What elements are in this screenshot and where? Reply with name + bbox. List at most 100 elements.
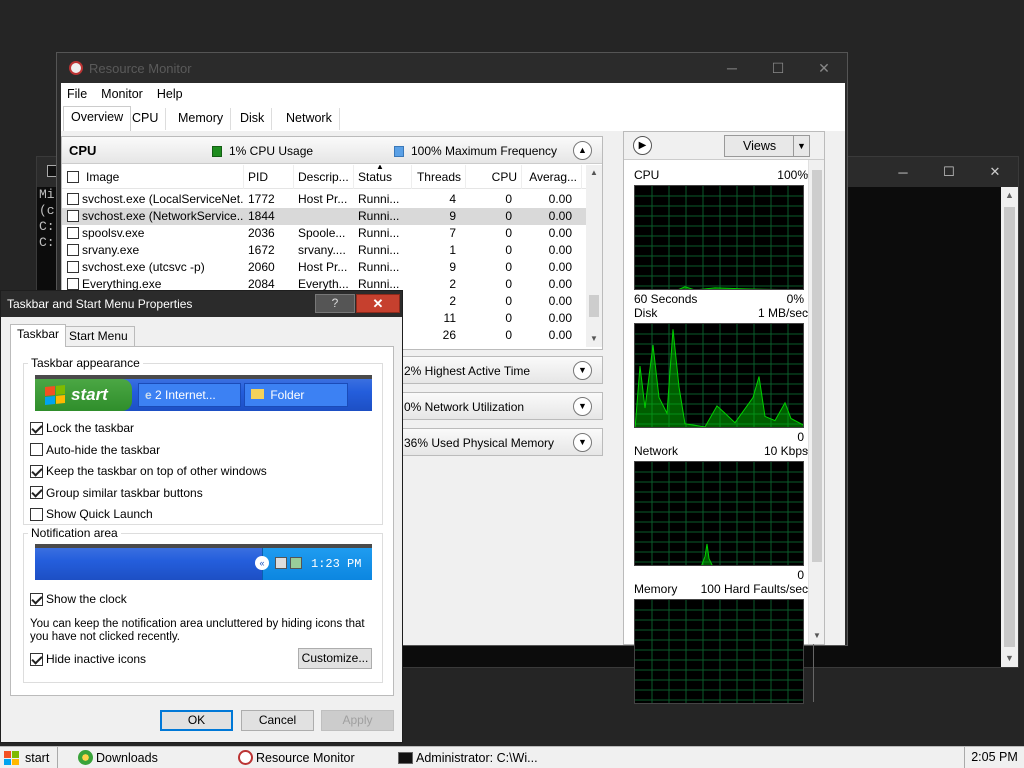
help-button[interactable]: ? [315,294,355,313]
ok-button[interactable]: OK [160,710,233,731]
start-button[interactable]: start [0,747,58,768]
scroll-thumb[interactable] [1004,207,1015,647]
taskbar-item-downloads[interactable]: Downloads [76,747,158,768]
taskbar-item-resource-monitor[interactable]: Resource Monitor [236,747,355,768]
column-average[interactable]: Averag... [522,165,582,189]
select-all-checkbox[interactable] [67,171,79,183]
views-dropdown[interactable]: Views ▼ [724,135,810,157]
cancel-button[interactable]: Cancel [241,710,314,731]
tab-memory[interactable]: Memory [171,108,232,130]
option-checkbox-1[interactable]: Lock the taskbar [30,421,134,435]
expand-icon[interactable]: ▼ [573,397,592,416]
cell-pid: 1844 [248,209,275,223]
close-icon[interactable]: ✕ [801,53,847,83]
column-pid[interactable]: PID [244,165,294,189]
folder-icon [251,389,264,399]
table-row[interactable]: svchost.exe (NetworkService... 1844 Runni.… [62,208,586,225]
option-checkbox-4[interactable]: Group similar taskbar buttons [30,486,203,500]
column-threads[interactable]: Threads [412,165,466,189]
apply-button[interactable]: Apply [321,710,394,731]
show-clock-checkbox[interactable]: Show the clock [30,592,127,606]
graphs-scrollbar[interactable]: ▼ [808,160,824,644]
menu-file[interactable]: File [67,87,87,101]
column-cpu[interactable]: CPU [466,165,522,189]
row-checkbox[interactable] [67,227,79,239]
tab-network[interactable]: Network [279,108,340,130]
cell-status: Runni... [358,243,400,257]
maximize-icon[interactable]: ☐ [755,53,801,83]
menu-monitor[interactable]: Monitor [101,87,143,101]
maximize-icon[interactable]: ☐ [926,157,972,187]
expand-icon[interactable]: ▼ [573,433,592,452]
tab-disk[interactable]: Disk [233,108,273,130]
scroll-thumb[interactable] [589,295,599,317]
collapse-icon[interactable]: ▲ [573,141,592,160]
scroll-up-icon[interactable]: ▲ [1001,187,1018,204]
table-row[interactable]: svchost.exe (LocalServiceNet... 1772 Host … [62,191,586,208]
cell-avg: 0.00 [548,226,572,240]
scroll-up-icon[interactable]: ▲ [586,165,602,181]
ie-icon: e [145,388,152,402]
graph-network: Network 10 Kbps 0 [634,444,814,584]
table-row[interactable]: svchost.exe (utcsvc -p) 2060 Host Pr... Run… [62,259,586,276]
chevron-right-icon[interactable]: ▶ [633,136,652,155]
row-checkbox[interactable] [67,278,79,290]
notification-preview: « 1:23 PM [35,544,372,580]
column-image[interactable]: Image [82,165,244,189]
cell-image: svchost.exe (LocalServiceNet... [82,192,244,206]
tab-start-menu[interactable]: Start Menu [62,326,135,346]
tab-overview[interactable]: Overview [63,106,132,131]
table-row[interactable]: spoolsv.exe 2036 Spoole... Runni... 7 0 0.00 [62,225,586,242]
menu-help[interactable]: Help [157,87,183,101]
group-title: Notification area [28,526,121,540]
expand-icon[interactable]: ▼ [573,361,592,380]
cell-desc: Spoole... [298,226,346,240]
cell-desc: Host Pr... [298,192,348,206]
option-checkbox-5[interactable]: Show Quick Launch [30,507,153,521]
taskbar-item-label: Resource Monitor [256,751,355,765]
scroll-down-icon[interactable]: ▼ [1001,650,1018,667]
cell-image: svchost.exe (NetworkService... [82,209,244,223]
dialog-titlebar[interactable]: Taskbar and Start Menu Properties ? ✕ [1,291,402,317]
preview-task-label: 2 Internet... [155,388,216,402]
close-icon[interactable]: ✕ [972,157,1018,187]
cpu-section-header[interactable]: CPU 1% CPU Usage 100% Maximum Frequency … [62,137,602,164]
cell-threads: 1 [449,243,456,257]
taskbar-item-admin-console[interactable]: Administrator: C:\Wi... [396,747,538,768]
graph-max: 10 Kbps [763,444,808,458]
table-row[interactable]: srvany.exe 1672 srvany.... Runni... 1 0 0.00 [62,242,586,259]
table-scrollbar[interactable]: ▲ ▼ [586,165,602,347]
preview-task-label: Folder [270,388,305,402]
row-checkbox[interactable] [67,210,79,222]
row-checkbox[interactable] [67,193,79,205]
checkbox-box [30,421,43,435]
scroll-thumb[interactable] [812,170,822,562]
taskbar-properties-dialog[interactable]: Taskbar and Start Menu Properties ? ✕ Ta… [0,290,403,743]
row-checkbox[interactable] [67,244,79,256]
customize-button[interactable]: Customize... [298,648,372,669]
column-description[interactable]: Descrip... [294,165,354,189]
hide-inactive-icons-checkbox[interactable]: Hide inactive icons [30,652,146,666]
minimize-icon[interactable]: ─ [709,53,755,83]
option-checkbox-2[interactable]: Auto-hide the taskbar [30,443,160,457]
resmon-titlebar[interactable]: Resource Monitor ─ ☐ ✕ [57,53,847,83]
tab-taskbar[interactable]: Taskbar [10,324,67,347]
cell-cpu: 0 [505,311,512,325]
graph-title: CPU [634,168,660,182]
downloads-icon [78,750,93,765]
cell-status: Runni... [358,209,400,223]
graph-plot [634,599,804,704]
windows-logo-icon [4,751,19,765]
scroll-down-icon[interactable]: ▼ [586,331,602,347]
cell-cpu: 0 [505,192,512,206]
minimize-icon[interactable]: ─ [880,157,926,187]
graphs-panel: ▶ Views ▼ CPU 100% 60 Seconds 0% Disk 1 MB/se… [623,131,825,704]
tab-cpu[interactable]: CPU [125,108,167,130]
scroll-down-icon[interactable]: ▼ [809,628,825,644]
taskbar-clock[interactable]: 2:05 PM [964,747,1024,768]
console-scrollbar[interactable]: ▲ ▼ [1001,187,1018,667]
option-checkbox-3[interactable]: Keep the taskbar on top of other windows [30,464,267,478]
row-checkbox[interactable] [67,261,79,273]
graph-min: 0 [797,430,804,444]
close-button[interactable]: ✕ [356,294,400,313]
